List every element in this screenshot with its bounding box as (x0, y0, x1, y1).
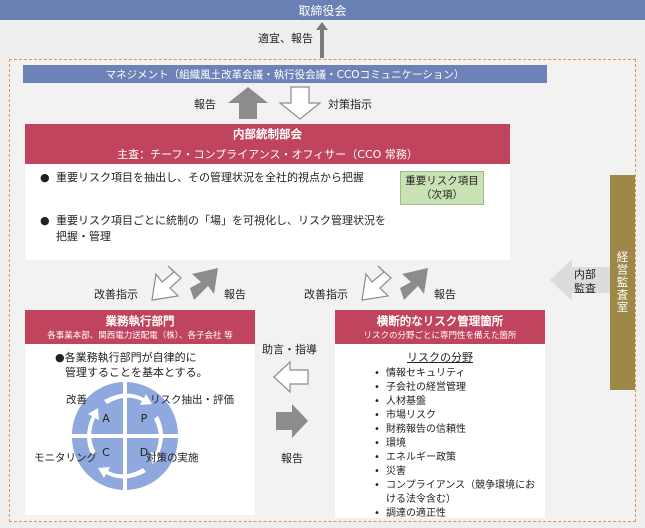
cycle-monitor-label: モニタリング (34, 452, 97, 464)
business-units-text-1: ●各業務執行部門が自律的に (55, 351, 197, 364)
pdca-quadrant-a (72, 382, 123, 434)
management-label: マネジメント（組織風土改革会議・執行役会議・CCOコミュニケーション） (105, 68, 465, 81)
board-report-label: 適宜、報告 (258, 32, 313, 45)
left-report-arrow-icon (190, 268, 218, 300)
cycle-extract-label: リスク抽出・評価 (150, 394, 234, 406)
left-report-label: 報告 (224, 288, 246, 301)
bullet-2-text: 重要リスク項目ごとに統制の「場」を可視化し、リスク管理状況を (56, 214, 386, 227)
advice-label: 助言・指導 (262, 343, 317, 356)
internal-control-title: 内部統制部会 (25, 124, 510, 144)
internal-audit-line-2: 監査 (574, 282, 596, 295)
right-report-label: 報告 (434, 288, 456, 301)
key-risk-line-1: 重要リスク項目 (405, 175, 479, 187)
right-improve-label: 改善指示 (304, 288, 348, 301)
risk-item-continued: ける法令含む） (386, 494, 456, 505)
risk-item: 情報セキュリティ (372, 367, 542, 381)
mgmt-report-label: 報告 (194, 98, 216, 111)
risk-item: 災害 (372, 465, 542, 479)
cycle-improve-label: 改善 (66, 394, 87, 406)
internal-audit-line-1: 内部 (574, 268, 596, 281)
internal-control-bullet-2: ● 重要リスク項目ごとに統制の「場」を可視化し、リスク管理状況を (40, 214, 386, 227)
right-report-arrow-icon (400, 268, 428, 300)
countermeasure-down-arrow-icon (278, 86, 322, 120)
risk-item: 環境 (372, 437, 542, 451)
board-label: 取締役会 (298, 3, 347, 18)
risk-field-title: リスクの分野 (407, 351, 473, 364)
internal-audit-label: 内部 監査 (574, 268, 596, 296)
risk-item: エネルギー政策 (372, 451, 542, 465)
report-up-arrow-icon (228, 87, 268, 119)
risk-item: コンプライアンス（競争環境にお (372, 479, 542, 493)
business-units-subtitle: 各事業本部、関西電力送配電（株）、各子会社 等 (47, 331, 233, 341)
advice-left-arrow-icon (273, 360, 309, 394)
business-units-header: 業務執行部門 各事業本部、関西電力送配電（株）、各子会社 等 (25, 310, 255, 344)
internal-control-title-text: 内部統制部会 (233, 127, 302, 141)
audit-office-label: 経営監査室 (615, 251, 630, 314)
risk-field-list: 情報セキュリティ 子会社の経営管理 人材基盤 市場リスク 財務報告の信頼性 環境… (372, 367, 542, 521)
business-units-text: ●各業務執行部門が自律的に 管理することを基本とする。 (55, 350, 208, 380)
business-units-title: 業務執行部門 (105, 314, 175, 328)
risk-item: 調達の適正性 (372, 507, 542, 521)
internal-control-bullet-1: ● 重要リスク項目を抽出し、その管理状況を全社的視点から把握 (40, 171, 364, 184)
left-improve-arrow-icon (151, 265, 182, 301)
key-risk-line-2: （次項） (421, 189, 463, 201)
business-units-text-2: 管理することを基本とする。 (65, 366, 208, 379)
cycle-implement-label: 対策の実施 (146, 452, 199, 464)
risk-item: 市場リスク (372, 409, 542, 423)
mgmt-countermeasure-label: 対策指示 (328, 98, 372, 111)
up-arrow-icon (316, 22, 328, 58)
cross-risk-subtitle: リスクの分野ごとに専門性を備えた箇所 (363, 331, 517, 341)
report-right-arrow-icon (276, 404, 308, 438)
pdca-label-p: P (141, 412, 148, 425)
bullet-1-text: 重要リスク項目を抽出し、その管理状況を全社的視点から把握 (56, 171, 364, 184)
risk-item: 子会社の経営管理 (372, 381, 542, 395)
internal-control-bullet-2-cont: 把握・管理 (56, 230, 111, 243)
left-improve-label: 改善指示 (94, 288, 138, 301)
middle-report-label: 報告 (281, 452, 303, 465)
management-bar: マネジメント（組織風土改革会議・執行役会議・CCOコミュニケーション） (23, 65, 547, 83)
internal-control-subtitle-text: 主査：チーフ・コンプライアンス・オフィサー（CCO 常務） (117, 148, 418, 161)
right-improve-arrow-icon (361, 265, 392, 301)
board-of-directors: 取締役会 (0, 0, 645, 20)
pdca-label-c: C (102, 446, 110, 459)
key-risk-box: 重要リスク項目 （次項） (400, 171, 484, 205)
internal-control-subtitle: 主査：チーフ・コンプライアンス・オフィサー（CCO 常務） (25, 144, 510, 164)
audit-office-bar: 経営監査室 (610, 175, 635, 390)
risk-item: 財務報告の信頼性 (372, 423, 542, 437)
pdca-quadrant-p (127, 382, 178, 434)
pdca-label-a: A (102, 412, 110, 425)
cross-risk-title: 横断的なリスク管理箇所 (376, 314, 504, 328)
cross-risk-header: 横断的なリスク管理箇所 リスクの分野ごとに専門性を備えた箇所 (335, 310, 545, 344)
risk-item: 人材基盤 (372, 395, 542, 409)
